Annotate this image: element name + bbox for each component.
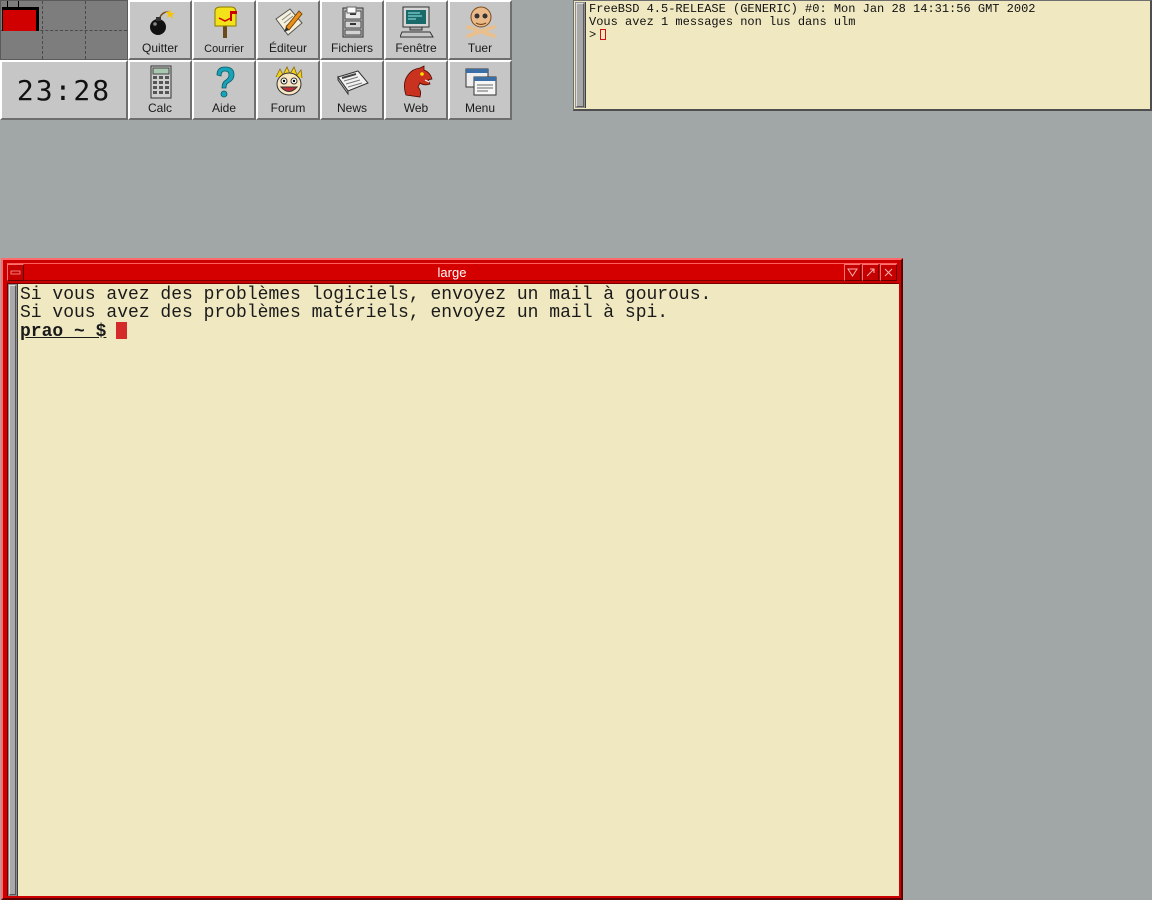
terminal-cursor: [116, 322, 128, 339]
window-menu-button[interactable]: [7, 264, 24, 281]
file-cabinet-icon: [342, 6, 364, 38]
window-titlebar[interactable]: large: [7, 263, 897, 281]
calc-label: Calc: [147, 101, 172, 115]
fenetre-label: Fenêtre: [395, 41, 437, 55]
tuer-button[interactable]: Tuer: [448, 0, 512, 60]
cartoon-face-icon: [275, 66, 303, 96]
mozilla-dino-icon: [404, 65, 433, 98]
fichiers-label: Fichiers: [330, 41, 373, 55]
notepad-pencil-icon: [275, 8, 303, 36]
editeur-label: Éditeur: [268, 41, 308, 55]
fichiers-button[interactable]: Fichiers: [320, 0, 384, 60]
forum-label: Forum: [270, 101, 306, 115]
console-output: FreeBSD 4.5-RELEASE (GENERIC) #0: Mon Ja…: [589, 3, 1035, 42]
terminal-scrollbar-thumb[interactable]: [9, 285, 16, 895]
console-cursor: [600, 29, 607, 40]
desktop-pager[interactable]: [0, 0, 128, 60]
newspaper-icon: [337, 70, 369, 96]
console-line: Vous avez 1 messages non lus dans ulm: [589, 15, 856, 29]
bomb-icon: [150, 9, 175, 35]
calculator-icon: [150, 65, 172, 99]
minimize-button[interactable]: [844, 264, 861, 281]
editeur-button[interactable]: Éditeur: [256, 0, 320, 60]
pager-mini-window[interactable]: [2, 7, 39, 31]
mailbox-icon: [214, 6, 237, 38]
menu-label: Menu: [464, 101, 496, 115]
window-menu-icon: [10, 270, 21, 275]
minimize-icon: [847, 268, 858, 277]
menu-button[interactable]: Menu: [448, 60, 512, 120]
terminal-scrollbar[interactable]: [8, 284, 18, 896]
courrier-label: Courrier: [204, 43, 244, 55]
quitter-label: Quitter: [141, 41, 178, 55]
computer-terminal-icon: [400, 6, 434, 38]
terminal-area[interactable]: Si vous avez des problèmes logiciels, en…: [7, 283, 899, 896]
maximize-icon: [866, 268, 875, 277]
console-prompt: >: [589, 28, 597, 42]
console-terminal[interactable]: FreeBSD 4.5-RELEASE (GENERIC) #0: Mon Ja…: [573, 0, 1152, 111]
question-mark-icon: [216, 66, 235, 98]
windows-menu-icon: [465, 68, 497, 96]
news-label: News: [336, 101, 367, 115]
window-title: large: [437, 265, 467, 280]
shell-prompt: prao ~ $: [20, 322, 107, 342]
close-icon: [884, 268, 893, 277]
clock: 23:28: [0, 60, 128, 120]
terminal-prompt-line[interactable]: prao ~ $: [20, 322, 711, 341]
terminal-window[interactable]: large Si vous avez des problèmes logicie…: [1, 258, 903, 900]
maximize-button[interactable]: [862, 264, 879, 281]
web-button[interactable]: Web: [384, 60, 448, 120]
web-label: Web: [403, 101, 429, 115]
button-bar: 23:28 Quitter Courrier Éditeur Fichiers …: [0, 0, 512, 120]
news-button[interactable]: News: [320, 60, 384, 120]
quitter-button[interactable]: Quitter: [128, 0, 192, 60]
fenetre-button[interactable]: Fenêtre: [384, 0, 448, 60]
terminal-output: Si vous avez des problèmes logiciels, en…: [20, 286, 711, 341]
calc-button[interactable]: Calc: [128, 60, 192, 120]
forum-button[interactable]: Forum: [256, 60, 320, 120]
terminal-line: Si vous avez des problèmes matériels, en…: [20, 303, 669, 323]
tuer-label: Tuer: [467, 41, 493, 55]
aide-button[interactable]: Aide: [192, 60, 256, 120]
close-button[interactable]: [880, 264, 897, 281]
terminal-line: Si vous avez des problèmes logiciels, en…: [20, 285, 712, 305]
console-scrollbar[interactable]: [575, 2, 586, 108]
aide-label: Aide: [211, 101, 237, 115]
courrier-button[interactable]: Courrier: [192, 0, 256, 60]
skull-crossbones-icon: [466, 6, 496, 38]
console-prompt-line[interactable]: >: [589, 29, 1035, 42]
console-scrollbar-thumb[interactable]: [576, 3, 584, 107]
